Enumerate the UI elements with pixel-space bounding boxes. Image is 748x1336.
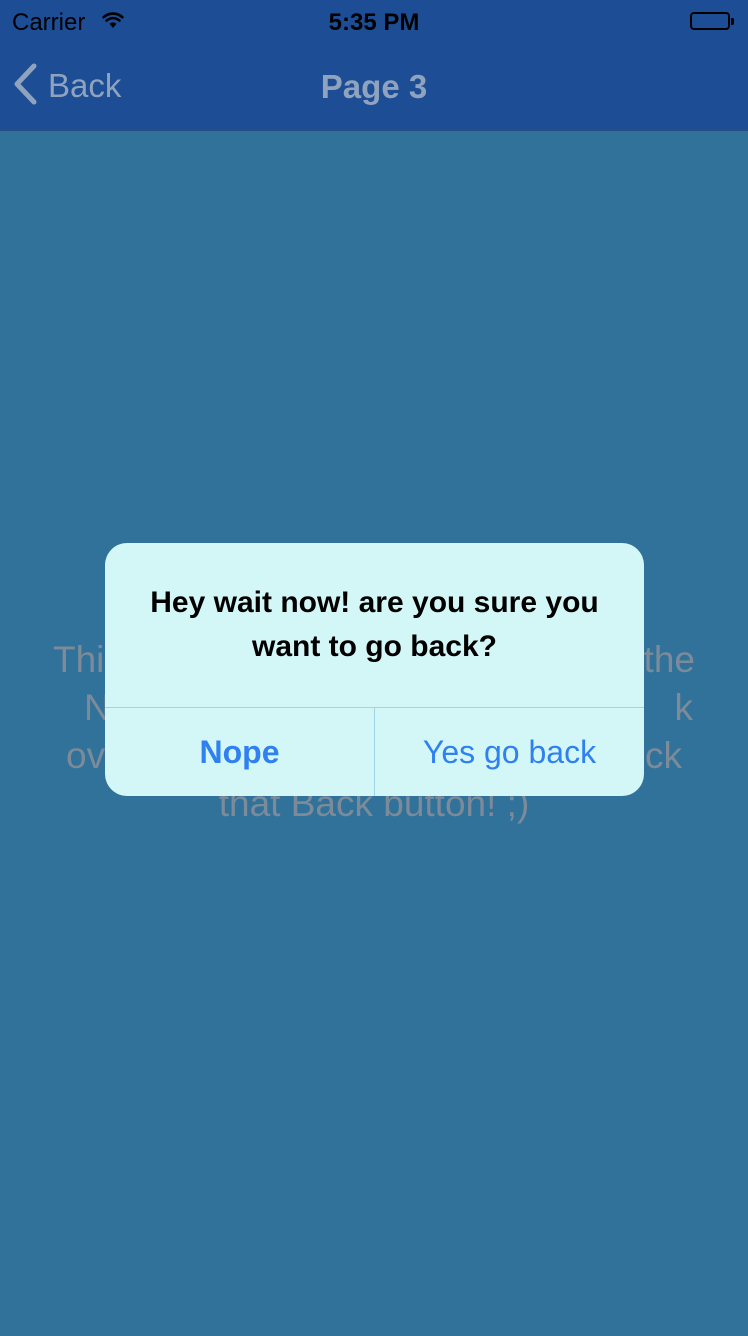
confirm-back-alert: Hey wait now! are you sure you want to g… xyxy=(105,543,644,796)
status-time: 5:35 PM xyxy=(328,9,420,36)
page-title: Page 3 xyxy=(320,68,428,105)
status-bar: Carrier 5:35 PM xyxy=(0,0,748,44)
alert-message: Hey wait now! are you sure you want to g… xyxy=(150,586,599,663)
yes-go-back-button[interactable]: Yes go back xyxy=(375,708,644,796)
battery-icon xyxy=(690,12,734,32)
nope-button[interactable]: Nope xyxy=(105,708,374,796)
navigation-bar: Back Page 3 xyxy=(0,44,748,131)
